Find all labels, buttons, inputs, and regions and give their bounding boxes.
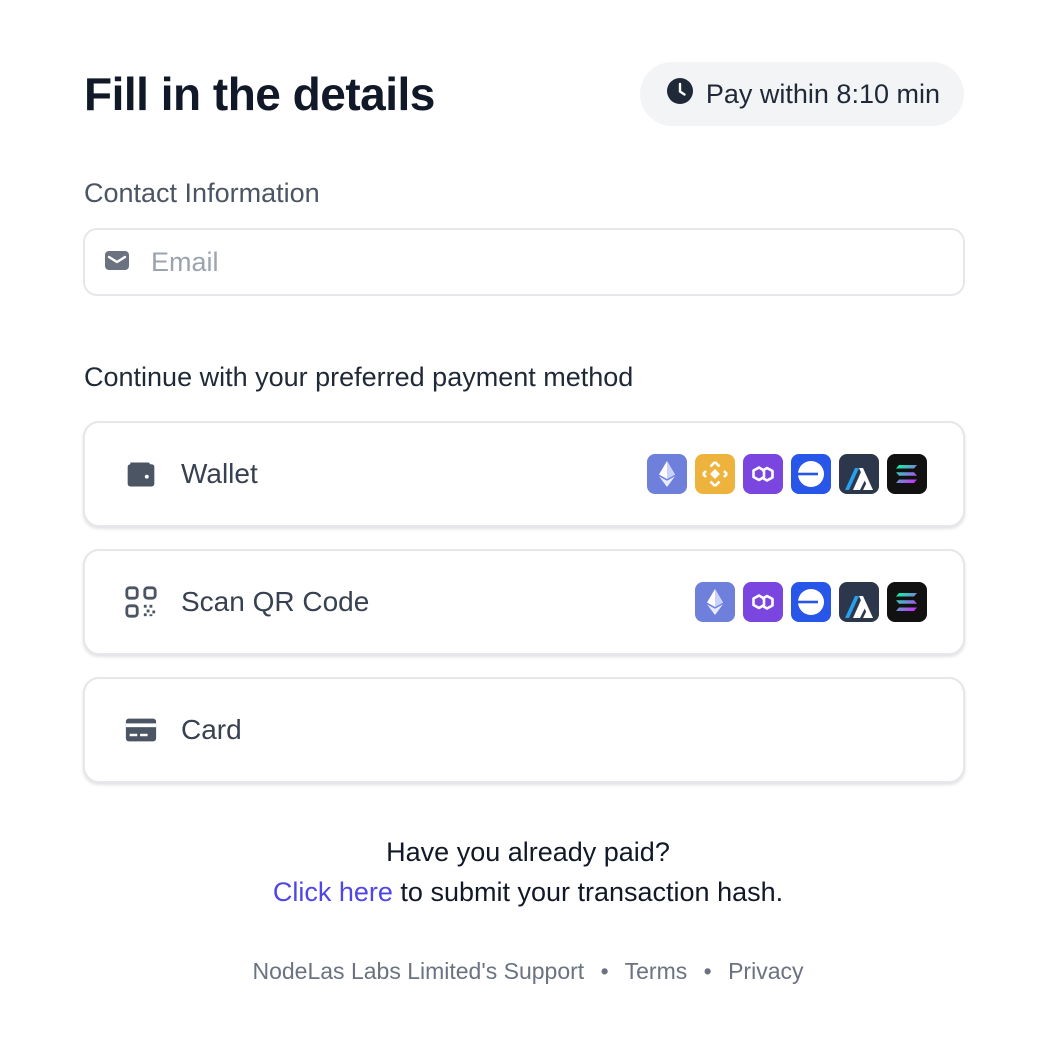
email-field-container[interactable] xyxy=(83,228,965,296)
wallet-icon xyxy=(123,456,159,492)
scan-qr-label: Scan QR Code xyxy=(181,586,370,617)
footer: NodeLas Labs Limited's Support • Terms •… xyxy=(0,958,1056,985)
payment-method-label: Continue with your preferred payment met… xyxy=(84,362,634,392)
arbitrum-icon xyxy=(839,454,879,494)
qr-supported-chains xyxy=(695,582,927,622)
separator-dot: • xyxy=(703,958,712,984)
polygon-icon xyxy=(743,582,783,622)
privacy-link[interactable]: Privacy xyxy=(728,958,803,984)
page-header: Fill in the details Pay within 8:10 min xyxy=(84,62,964,126)
submit-hash-line: Click here to submit your transaction ha… xyxy=(0,872,1056,912)
click-here-link[interactable]: Click here xyxy=(273,877,393,907)
separator-dot: • xyxy=(600,958,609,984)
solana-icon xyxy=(887,582,927,622)
page-title: Fill in the details xyxy=(84,68,435,120)
contact-information-label: Contact Information xyxy=(84,178,320,208)
email-input[interactable] xyxy=(151,246,911,278)
terms-link[interactable]: Terms xyxy=(625,958,688,984)
credit-card-icon xyxy=(123,712,159,748)
scan-qr-payment-option[interactable]: Scan QR Code xyxy=(83,549,965,655)
solana-icon xyxy=(887,454,927,494)
base-icon xyxy=(791,582,831,622)
ethereum-icon xyxy=(647,454,687,494)
already-paid-question: Have you already paid? xyxy=(386,837,670,867)
wallet-supported-chains xyxy=(647,454,927,494)
wallet-payment-option[interactable]: Wallet xyxy=(83,421,965,527)
base-icon xyxy=(791,454,831,494)
ethereum-icon xyxy=(695,582,735,622)
timer-text: Pay within 8:10 min xyxy=(705,78,940,109)
payment-timer-badge: Pay within 8:10 min xyxy=(639,62,964,126)
submit-hash-text: to submit your transaction hash. xyxy=(392,877,784,907)
arbitrum-icon xyxy=(839,582,879,622)
bnb-icon xyxy=(695,454,735,494)
envelope-icon xyxy=(103,246,151,279)
wallet-label: Wallet xyxy=(181,458,258,489)
support-link[interactable]: NodeLas Labs Limited's Support xyxy=(252,958,584,984)
clock-icon xyxy=(666,77,694,112)
polygon-icon xyxy=(743,454,783,494)
card-label: Card xyxy=(181,714,242,745)
qr-code-icon xyxy=(123,584,159,620)
card-payment-option[interactable]: Card xyxy=(83,677,965,783)
already-paid-section: Have you already paid? Click here to sub… xyxy=(0,832,1056,912)
